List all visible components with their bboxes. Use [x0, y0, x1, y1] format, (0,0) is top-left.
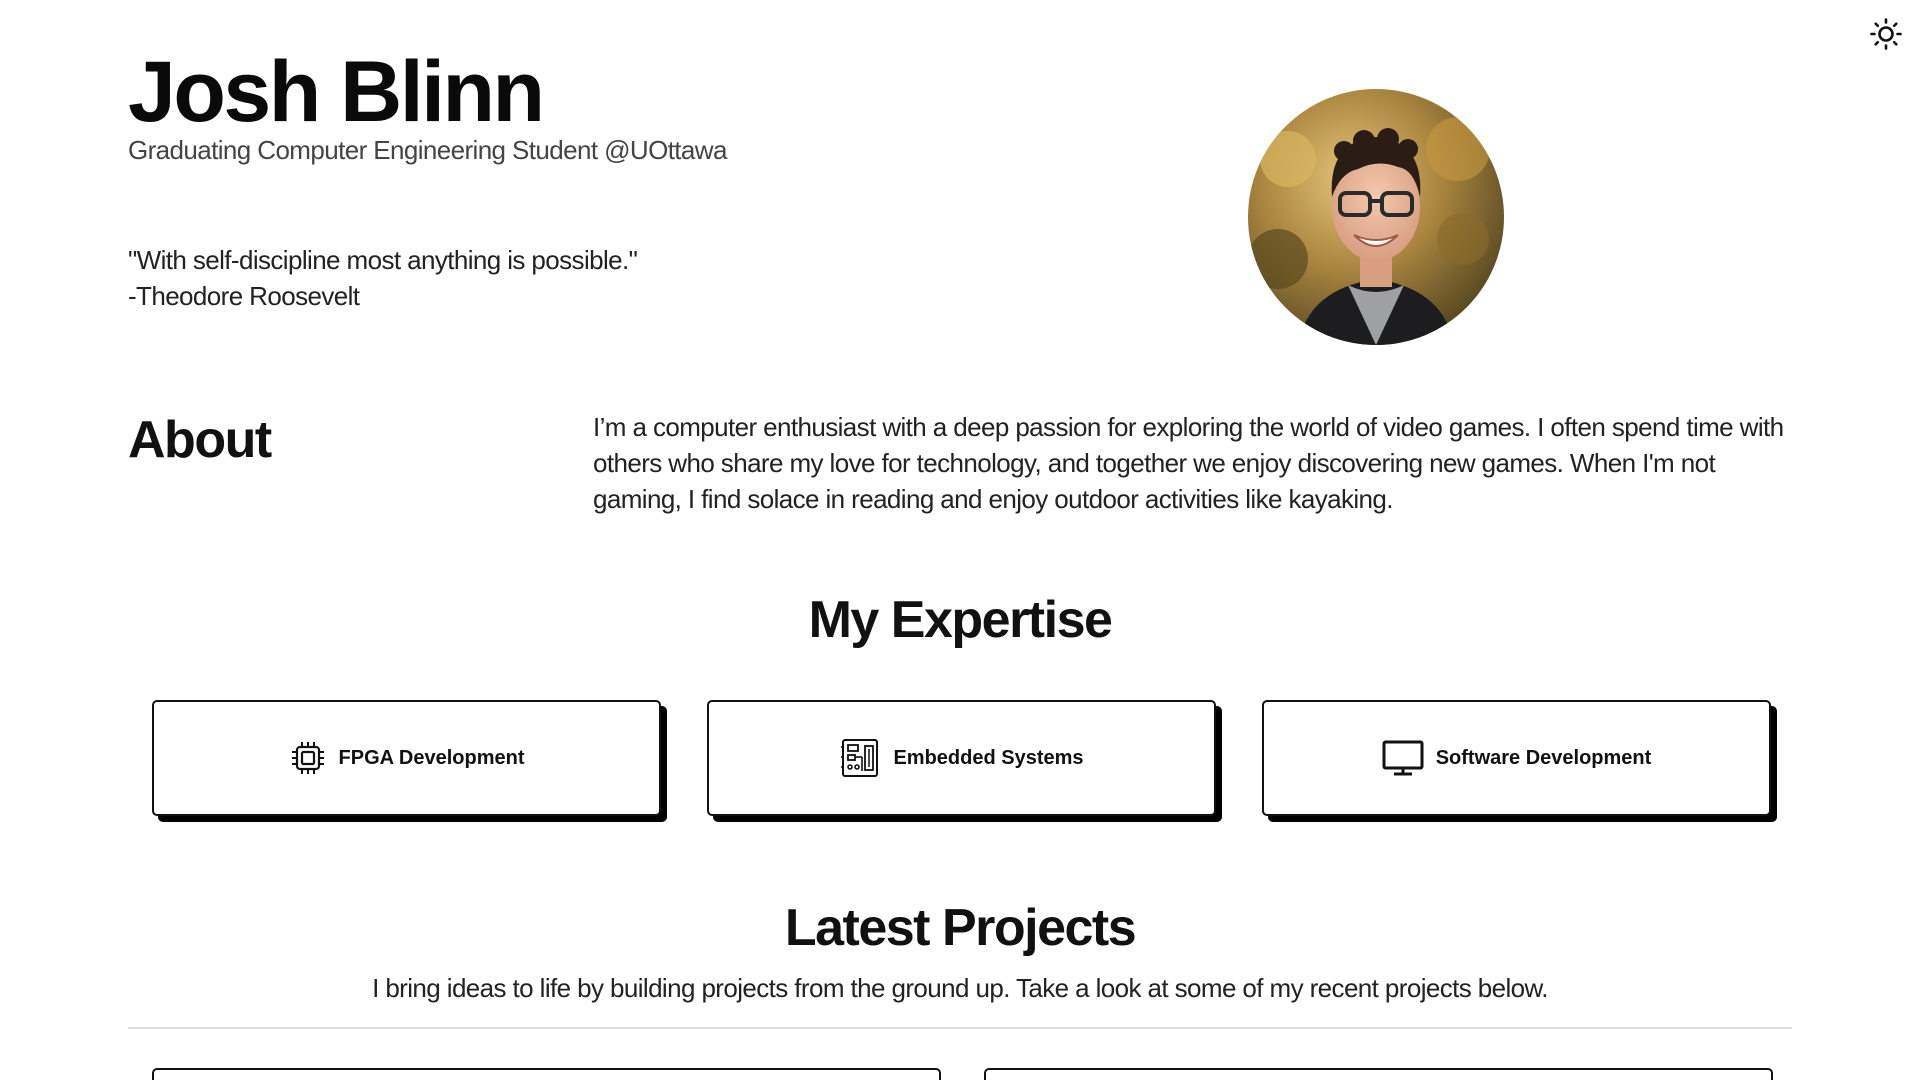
- hero-section: Josh Blinn Graduating Computer Engineeri…: [128, 40, 1788, 360]
- chip-icon: [289, 739, 327, 777]
- expertise-cards: FPGA Development Embedded Systems Softwa…: [152, 700, 1772, 820]
- profile-photo: [1248, 89, 1504, 345]
- monitor-icon: [1382, 739, 1424, 777]
- portfolio-page: Josh Blinn Graduating Computer Engineeri…: [0, 0, 1920, 1080]
- about-title: About: [128, 411, 272, 469]
- theme-toggle-button[interactable]: [1866, 14, 1906, 54]
- project-card[interactable]: [984, 1068, 1773, 1080]
- quote-author: -Theodore Roosevelt: [128, 281, 360, 311]
- expertise-card-label: Software Development: [1435, 746, 1652, 769]
- section-divider: [128, 1027, 1792, 1029]
- project-card[interactable]: [152, 1068, 941, 1080]
- hero-subtitle: Graduating Computer Engineering Student …: [128, 135, 727, 165]
- expertise-card-fpga[interactable]: FPGA Development: [152, 700, 661, 816]
- circuit-board-icon: [839, 737, 881, 779]
- sun-icon: [1870, 18, 1902, 50]
- hero-quote: "With self-discipline most anything is p…: [128, 242, 638, 314]
- expertise-card-software[interactable]: Software Development: [1262, 700, 1771, 816]
- about-text: I’m a computer enthusiast with a deep pa…: [593, 412, 1784, 514]
- page-title: Josh Blinn: [128, 44, 545, 140]
- avatar: [1248, 89, 1504, 345]
- quote-text: "With self-discipline most anything is p…: [128, 245, 638, 275]
- projects-title: Latest Projects: [784, 899, 1137, 957]
- expertise-card-label: FPGA Development: [338, 746, 525, 769]
- expertise-title: My Expertise: [808, 591, 1113, 649]
- expertise-card-embedded[interactable]: Embedded Systems: [707, 700, 1216, 816]
- projects-subtitle: I bring ideas to life by building projec…: [372, 973, 1548, 1003]
- expertise-card-label: Embedded Systems: [893, 746, 1084, 769]
